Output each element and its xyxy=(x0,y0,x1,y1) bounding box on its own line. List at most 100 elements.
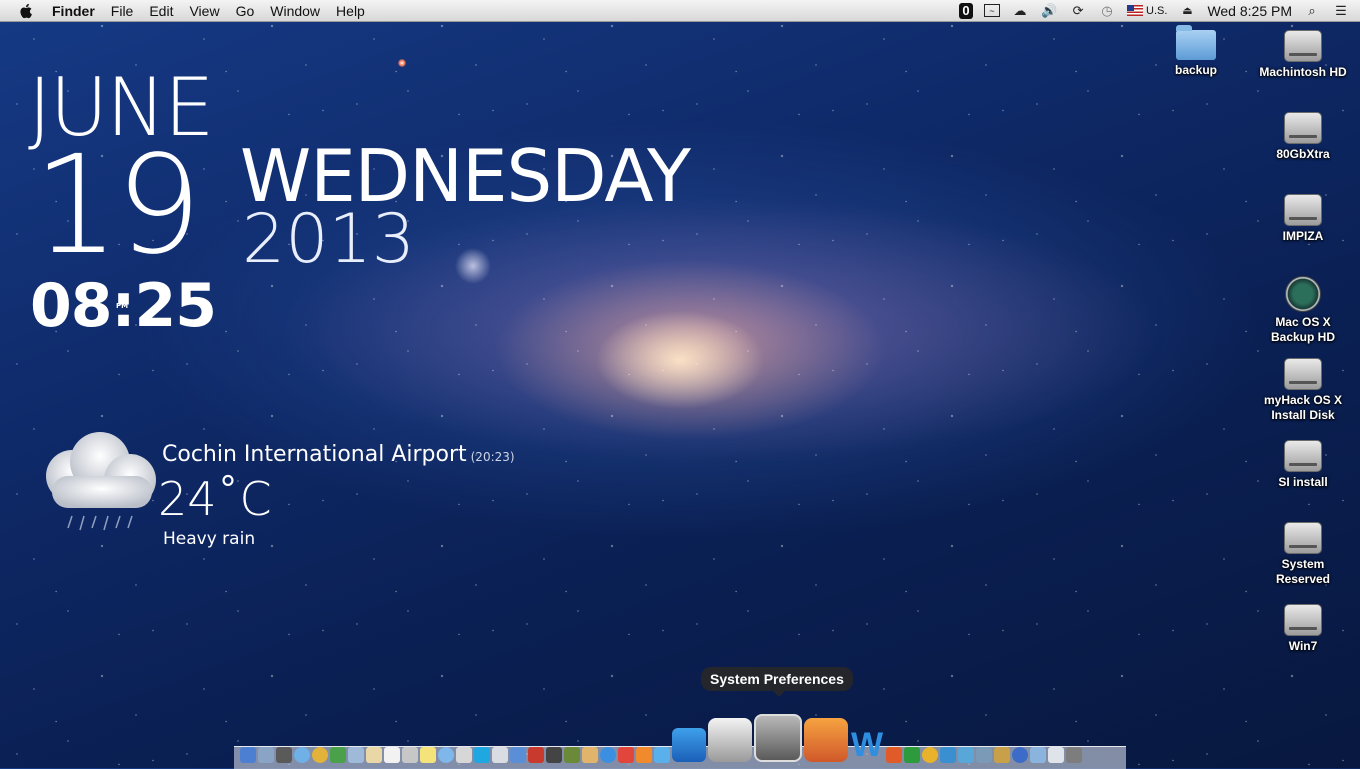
scanner-icon[interactable] xyxy=(708,718,752,762)
red-star xyxy=(398,59,406,67)
word-icon[interactable]: W xyxy=(850,728,884,762)
hard-drive-icon xyxy=(1284,604,1322,636)
desktop-item-label: myHack OS X Install Disk xyxy=(1263,393,1343,422)
cloud-app-icon[interactable] xyxy=(654,747,670,763)
safari-icon[interactable] xyxy=(294,747,310,763)
clock-day: 19 xyxy=(33,127,202,285)
notes-icon[interactable] xyxy=(366,747,382,763)
hard-drive-icon xyxy=(1284,358,1322,390)
outlook-icon[interactable] xyxy=(922,747,938,763)
hard-drive-icon xyxy=(1284,522,1322,554)
menubar-clock[interactable]: Wed 8:25 PM xyxy=(1207,3,1292,19)
menu-edit[interactable]: Edit xyxy=(141,3,181,19)
onepassword-icon[interactable]: 0 xyxy=(959,2,974,19)
time-machine-icon[interactable]: ◷ xyxy=(1098,3,1116,19)
weather-location-name: Cochin International Airport xyxy=(162,442,467,467)
icloud-icon[interactable]: ☁ xyxy=(1011,3,1029,19)
flag-icon xyxy=(1127,5,1144,16)
pages-icon[interactable] xyxy=(804,718,848,762)
menu-view[interactable]: View xyxy=(181,3,227,19)
desktop-item-label: Machintosh HD xyxy=(1259,65,1347,79)
desktop-item-80gbxtra[interactable]: 80GbXtra xyxy=(1258,112,1348,162)
app-icon[interactable] xyxy=(492,747,508,763)
powerpoint-icon[interactable] xyxy=(886,747,902,763)
clock-year: 2013 xyxy=(242,200,416,279)
downloads-folder-icon[interactable] xyxy=(1030,747,1046,763)
app-icon[interactable] xyxy=(958,747,974,763)
menu-go[interactable]: Go xyxy=(228,3,263,19)
dock-tooltip: System Preferences xyxy=(701,667,853,697)
hard-drive-icon xyxy=(1284,440,1322,472)
desktop-item-machintosh-hd[interactable]: Machintosh HD xyxy=(1258,30,1348,80)
sync-icon[interactable]: ⟳ xyxy=(1069,3,1087,19)
calendar-icon[interactable] xyxy=(384,747,400,763)
desktop-item-impiza[interactable]: IMPIZA xyxy=(1258,194,1348,244)
mission-control-icon[interactable] xyxy=(276,747,292,763)
system-preferences-icon[interactable] xyxy=(754,714,802,762)
app-icon[interactable] xyxy=(618,747,634,763)
app-icon[interactable] xyxy=(348,747,364,763)
app-icon[interactable] xyxy=(546,747,562,763)
app-icon[interactable] xyxy=(940,747,956,763)
activity-monitor-icon[interactable]: ~ xyxy=(984,4,1001,17)
chrome-icon[interactable] xyxy=(312,747,328,763)
menu-window[interactable]: Window xyxy=(262,3,328,19)
weather-condition: Heavy rain xyxy=(163,529,256,549)
app-icon[interactable] xyxy=(976,747,992,763)
menu-file[interactable]: File xyxy=(103,3,142,19)
app-icon[interactable] xyxy=(994,747,1010,763)
launchpad-icon[interactable] xyxy=(258,747,274,763)
apple-menu-icon[interactable] xyxy=(18,3,36,19)
app-icon[interactable] xyxy=(510,747,526,763)
desktop-item-label: backup xyxy=(1174,63,1217,77)
desktop-item-backup[interactable]: backup xyxy=(1151,25,1241,78)
eject-icon[interactable]: ⏏ xyxy=(1178,3,1196,19)
teamviewer-icon[interactable] xyxy=(672,728,706,762)
desktop-item-win7[interactable]: Win7 xyxy=(1258,604,1348,654)
app-icon[interactable] xyxy=(528,747,544,763)
hard-drive-icon xyxy=(1284,30,1322,62)
input-source-label: U.S. xyxy=(1146,4,1168,17)
weather-observed-time: (20:23) xyxy=(470,450,515,464)
hard-drive-icon xyxy=(1284,194,1322,226)
app-icon[interactable] xyxy=(564,747,580,763)
garageband-icon[interactable] xyxy=(582,747,598,763)
desktop-item-label: Mac OS X Backup HD xyxy=(1270,315,1335,344)
app-icon[interactable] xyxy=(636,747,652,763)
spotlight-icon[interactable]: ⌕ xyxy=(1303,3,1321,19)
documents-icon[interactable] xyxy=(1048,747,1064,763)
volume-icon[interactable]: 🔊 xyxy=(1040,3,1058,19)
folder-icon xyxy=(1176,25,1216,60)
messages-icon[interactable] xyxy=(438,747,454,763)
finder-icon[interactable] xyxy=(240,747,256,763)
trash-icon[interactable] xyxy=(1066,747,1082,763)
app-icon[interactable] xyxy=(456,747,472,763)
desktop-item-label: Win7 xyxy=(1288,639,1318,653)
excel-icon[interactable] xyxy=(904,747,920,763)
menu-bar: Finder File Edit View Go Window Help 0 ~… xyxy=(0,0,1360,22)
app-store-icon[interactable] xyxy=(600,747,616,763)
weather-temperature: 24˚C xyxy=(158,472,272,526)
app-icon[interactable] xyxy=(402,747,418,763)
status-area: 0 ~ ☁ 🔊 ⟳ ◷ U.S. ⏏ Wed 8:25 PM ⌕ ☰ xyxy=(959,2,1360,19)
skype-icon[interactable] xyxy=(474,747,490,763)
weather-location: Cochin International Airport (20:23) xyxy=(162,442,515,467)
desktop-item-si-install[interactable]: SI install xyxy=(1258,440,1348,490)
globe-icon[interactable] xyxy=(1012,747,1028,763)
notification-center-icon[interactable]: ☰ xyxy=(1332,3,1350,19)
desktop-item-system-reserved[interactable]: System Reserved xyxy=(1258,522,1348,587)
rain-cloud-icon xyxy=(46,432,156,531)
desktop-item-mac-os-x-backup-hd[interactable]: Mac OS X Backup HD xyxy=(1258,276,1348,345)
desktop-item-label: 80GbXtra xyxy=(1276,147,1330,161)
menu-finder[interactable]: Finder xyxy=(48,3,103,19)
desktop-item-label: System Reserved xyxy=(1275,557,1331,586)
desktop-item-label: SI install xyxy=(1278,475,1328,489)
desktop-item-label: IMPIZA xyxy=(1282,229,1324,243)
desktop-item-myhack-install-disk[interactable]: myHack OS X Install Disk xyxy=(1258,358,1348,423)
hard-drive-icon xyxy=(1284,112,1322,144)
stickies-icon[interactable] xyxy=(420,747,436,763)
input-source-menu[interactable]: U.S. xyxy=(1127,5,1167,17)
app-icon[interactable] xyxy=(330,747,346,763)
dock: W xyxy=(240,700,1082,766)
menu-help[interactable]: Help xyxy=(328,3,373,19)
